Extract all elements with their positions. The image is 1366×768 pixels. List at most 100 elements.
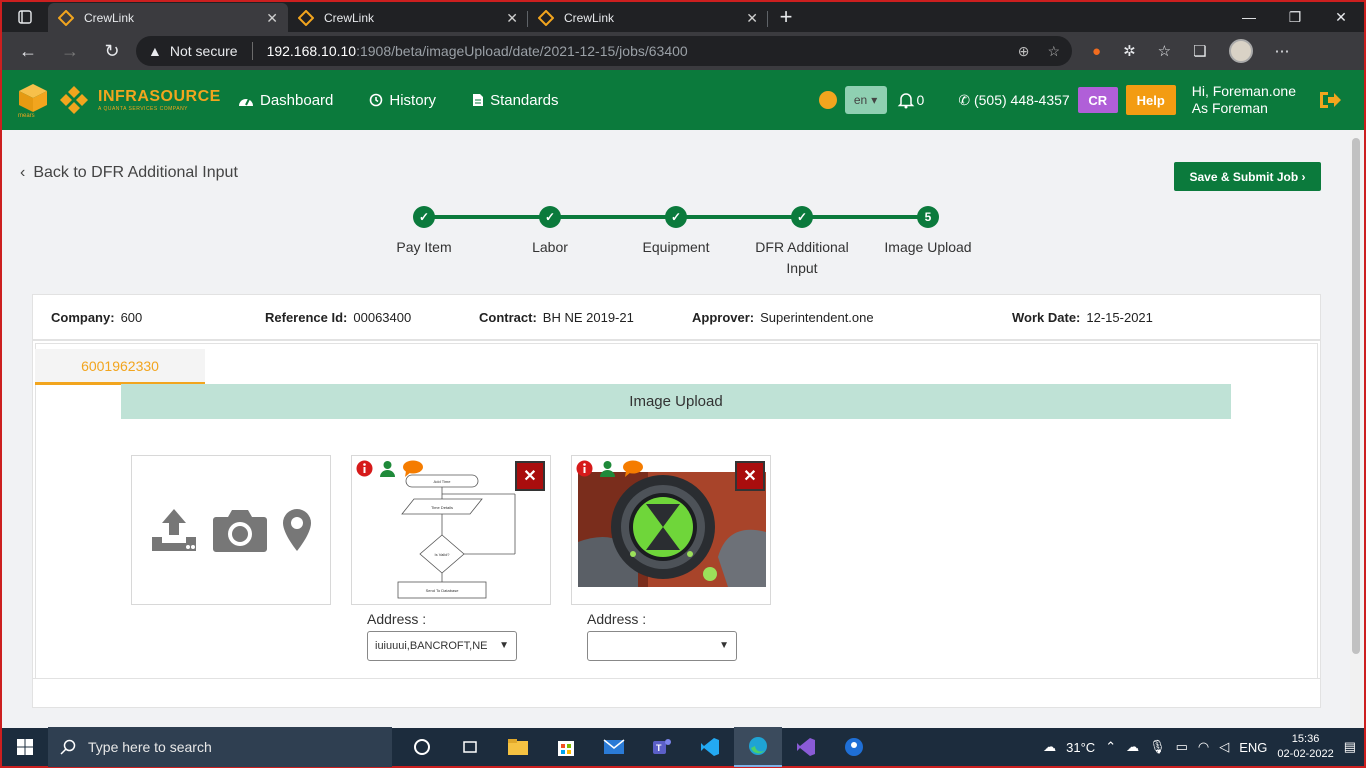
scrollbar-thumb[interactable] (1352, 138, 1360, 654)
mail-icon[interactable] (590, 727, 638, 767)
address-bar: ← → ↻ ▲ Not secure 192.168.10.10:1908/be… (0, 32, 1366, 70)
notifications-button[interactable]: 0 (897, 91, 924, 109)
user-icon[interactable] (379, 460, 396, 477)
clock[interactable]: 15:36 02-02-2022 (1277, 732, 1333, 762)
windows-start-icon[interactable] (2, 739, 48, 755)
step-pay-item[interactable]: ✓ Pay Item (364, 206, 484, 258)
chevron-down-icon: ▼ (719, 640, 729, 651)
browser-tab[interactable]: CrewLink ✕ (528, 3, 768, 33)
image-thumbnail[interactable]: Add Time Time Details Is Valid? Send To … (358, 472, 546, 602)
address-label: Address : (367, 611, 427, 627)
clock-time: 15:36 (1291, 733, 1320, 745)
favorite-add-icon[interactable]: ☆ (1047, 43, 1060, 60)
url-input[interactable]: ▲ Not secure 192.168.10.10:1908/beta/ima… (136, 36, 1072, 66)
language-select[interactable]: en ▾ (844, 86, 887, 114)
close-icon[interactable]: ✕ (746, 10, 758, 27)
refresh-icon[interactable]: ↻ (94, 36, 130, 66)
delete-image-button[interactable]: ✕ (735, 461, 765, 491)
step-dfr-additional-input[interactable]: ✓ DFR Additional Input (742, 206, 862, 279)
extensions-icon[interactable]: ✲ (1123, 42, 1136, 60)
camera-icon[interactable] (212, 507, 268, 553)
back-icon[interactable]: ← (10, 36, 46, 66)
browser-tab[interactable]: CrewLink ✕ (288, 3, 528, 33)
nav-history[interactable]: History (369, 92, 436, 109)
maps-icon[interactable] (830, 727, 878, 767)
section-title: Image Upload (121, 384, 1231, 419)
vscode-icon[interactable] (686, 727, 734, 767)
extension-orange-icon[interactable]: ● (1092, 43, 1101, 60)
user-icon[interactable] (599, 460, 616, 477)
nav-label: Standards (490, 91, 559, 109)
step-image-upload[interactable]: 5 Image Upload (868, 206, 988, 258)
scrollbar[interactable] (1350, 130, 1362, 728)
logo-text: INFRASOURCE (98, 88, 221, 105)
microphone-icon[interactable]: 🎙 (1149, 739, 1166, 755)
crewlink-favicon-icon (58, 10, 74, 26)
upload-icon[interactable] (150, 507, 198, 553)
notifications-center-icon[interactable]: ▤ (1344, 739, 1356, 755)
tab-actions-icon[interactable] (2, 2, 48, 32)
nav-standards[interactable]: Standards (472, 92, 558, 109)
close-icon[interactable]: ✕ (506, 10, 518, 27)
help-button[interactable]: Help (1125, 85, 1176, 115)
image-tile[interactable]: ✕ (571, 455, 771, 605)
zoom-icon[interactable]: ⊕ (1018, 43, 1030, 60)
address-select[interactable]: iuiuuui,BANCROFT,NE ▼ (367, 631, 517, 661)
more-icon[interactable]: ⋯ (1275, 42, 1290, 60)
search-icon (60, 739, 76, 755)
favorites-icon[interactable]: ☆ (1158, 42, 1171, 60)
weather-icon[interactable]: ☁ (1043, 739, 1056, 755)
cortana-icon[interactable] (398, 727, 446, 767)
restore-icon[interactable]: ❐ (1272, 2, 1318, 32)
store-icon[interactable] (542, 727, 590, 767)
image-tile[interactable]: ✕ Add Time Time Details Is Valid? Send T… (351, 455, 551, 605)
logout-icon[interactable] (1318, 90, 1342, 110)
svg-text:Send To Database: Send To Database (426, 588, 460, 593)
user-info: Hi, Foreman.one As Foreman (1192, 83, 1296, 117)
svg-text:Is Valid?: Is Valid? (434, 552, 450, 557)
chevron-up-icon[interactable]: ⌃ (1105, 739, 1116, 755)
comment-icon[interactable] (622, 460, 644, 477)
task-view-icon[interactable] (446, 727, 494, 767)
new-tab-button[interactable]: + (768, 2, 804, 32)
company-logo[interactable]: mears INFRASOURCE A QUANTA SERVICES COMP… (2, 82, 222, 119)
forward-icon[interactable]: → (52, 36, 88, 66)
nav-dashboard[interactable]: Dashboard (238, 92, 333, 109)
comment-icon[interactable] (402, 460, 424, 477)
minimize-icon[interactable]: — (1226, 2, 1272, 32)
tab-job-number[interactable]: 6001962330 (35, 349, 205, 385)
step-labor[interactable]: ✓ Labor (490, 206, 610, 258)
step-equipment[interactable]: ✓ Equipment (616, 206, 736, 258)
teams-icon[interactable]: T (638, 727, 686, 767)
file-explorer-icon[interactable] (494, 727, 542, 767)
taskbar-search[interactable]: Type here to search (48, 727, 392, 767)
wifi-icon[interactable]: ◠ (1198, 739, 1209, 755)
info-icon[interactable] (356, 460, 373, 477)
volume-icon[interactable]: ◁ (1219, 739, 1229, 755)
dashboard-icon (239, 98, 253, 106)
address-select[interactable]: ▼ (587, 631, 737, 661)
input-language[interactable]: ENG (1239, 740, 1267, 755)
cr-button[interactable]: CR (1077, 87, 1118, 113)
info-icon[interactable] (576, 460, 593, 477)
support-phone[interactable]: ✆ (505) 448-4357 (958, 92, 1069, 109)
delete-image-button[interactable]: ✕ (515, 461, 545, 491)
battery-icon[interactable]: ▭ (1176, 739, 1188, 755)
edge-icon[interactable] (734, 727, 782, 767)
tab-title: CrewLink (564, 11, 615, 25)
svg-text:Add Time: Add Time (434, 479, 452, 484)
close-window-icon[interactable]: ✕ (1318, 2, 1364, 32)
location-icon[interactable] (282, 508, 312, 552)
weather-temp[interactable]: 31°C (1066, 740, 1095, 755)
upload-tile[interactable] (131, 455, 331, 605)
profile-avatar[interactable] (1228, 39, 1253, 63)
onedrive-icon[interactable]: ☁ (1126, 739, 1139, 755)
address-label: Address : (587, 611, 647, 627)
visual-studio-icon[interactable] (782, 727, 830, 767)
crewlink-favicon-icon (538, 10, 554, 26)
browser-tab[interactable]: CrewLink ✕ (48, 3, 288, 33)
collections-icon[interactable]: ❏ (1193, 42, 1206, 60)
back-link[interactable]: ‹ Back to DFR Additional Input (20, 164, 238, 182)
close-icon[interactable]: ✕ (266, 10, 278, 27)
save-submit-button[interactable]: Save & Submit Job › (1174, 162, 1321, 191)
